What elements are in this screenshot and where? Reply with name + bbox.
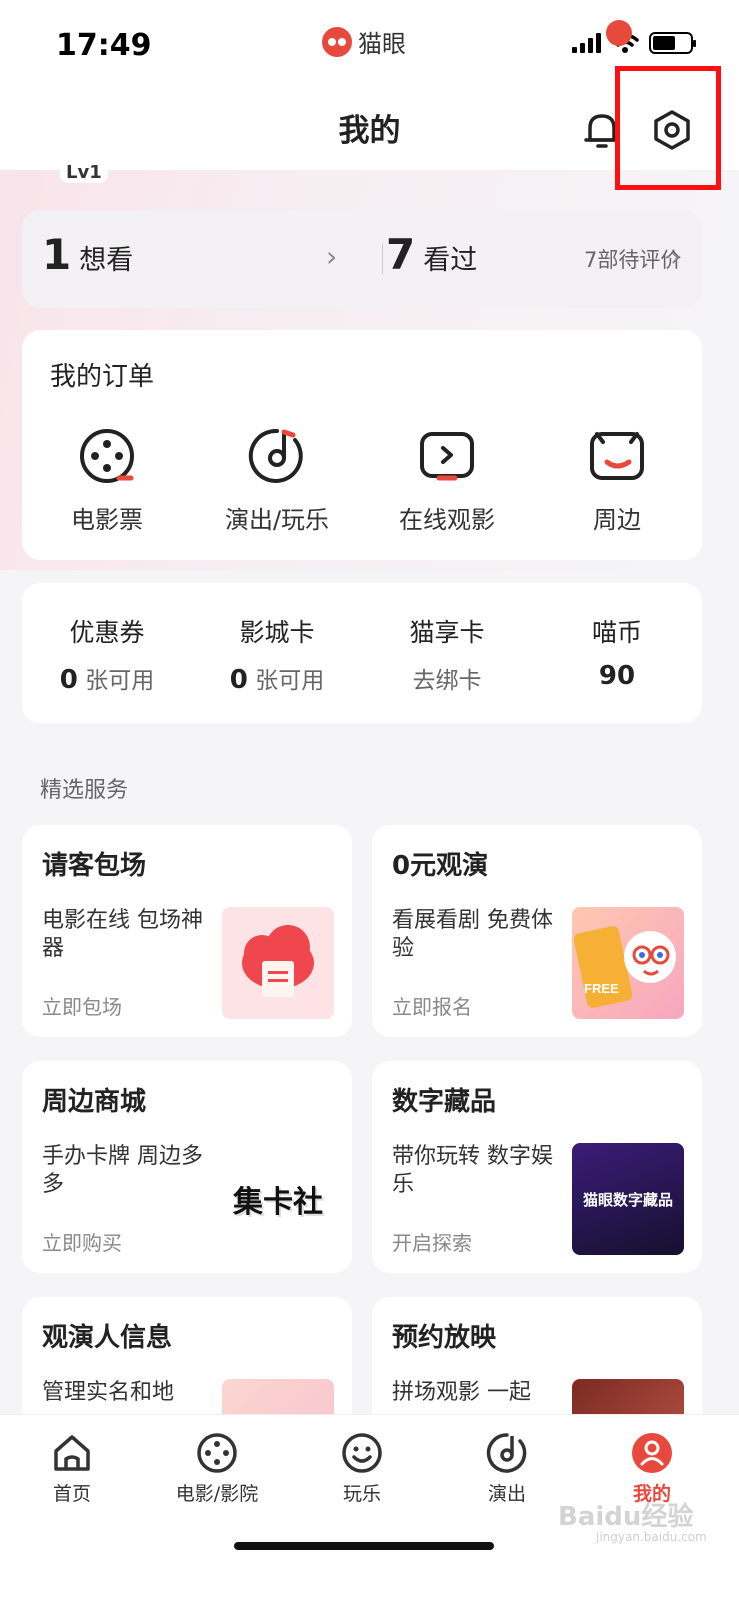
service-title: 0元观演	[392, 851, 489, 881]
coupon-item[interactable]: 优惠券 0 张可用	[22, 613, 192, 695]
chevron-right-icon: ›	[670, 240, 682, 273]
tab-shows[interactable]: 演出	[447, 1431, 567, 1506]
tab-label: 首页	[52, 1483, 91, 1505]
meow-coin-item[interactable]: 喵币 90	[532, 613, 702, 691]
battery-icon	[649, 32, 696, 54]
want-to-watch-button[interactable]: 1 想看	[42, 230, 133, 279]
order-shows[interactable]: 演出/玩乐	[192, 426, 362, 535]
cinema-card-item[interactable]: 影城卡 0 张可用	[192, 613, 362, 695]
service-card-digital-collectibles[interactable]: 数字藏品 带你玩转 数字娱乐 开启探索 猫眼数字藏品	[372, 1061, 702, 1273]
orders-title: 我的订单	[50, 362, 155, 392]
order-online-movie[interactable]: 在线观影	[362, 426, 532, 535]
asset-unit: 去绑卡	[412, 668, 482, 694]
service-desc: 管理实名和地	[42, 1380, 175, 1405]
user-level-badge: Lv1	[60, 162, 108, 183]
free-badge-text: FREE	[584, 981, 619, 996]
service-cta: 开启探索	[392, 1231, 472, 1255]
service-title: 周边商城	[42, 1087, 147, 1117]
order-label: 周边	[593, 506, 641, 534]
asset-unit: 张可用	[255, 668, 325, 694]
card-club-logo-text: 集卡社	[233, 1185, 323, 1220]
pending-review-link[interactable]: 7部待评价	[584, 244, 681, 274]
asset-title: 猫享卡	[409, 618, 485, 647]
chevron-right-icon: ›	[326, 240, 338, 273]
service-card-private-screening[interactable]: 请客包场 电影在线 包场神器 立即包场	[22, 825, 352, 1037]
notification-dot	[606, 20, 632, 46]
service-title: 请客包场	[42, 851, 147, 881]
film-reel-icon	[80, 429, 134, 483]
want-count: 1	[42, 230, 72, 279]
order-label: 在线观影	[399, 506, 495, 534]
film-reel-icon	[197, 1433, 237, 1473]
tab-mine[interactable]: 我的	[592, 1431, 712, 1506]
want-label: 想看	[79, 245, 134, 276]
watch-summary-card: 1 想看 › 7 看过 7部待评价 ›	[22, 210, 702, 308]
asset-value: 90	[598, 661, 636, 691]
tab-label: 电影/影院	[175, 1483, 259, 1505]
play-screen-icon	[420, 432, 474, 481]
home-icon	[54, 1435, 90, 1471]
status-time: 17:49	[56, 28, 152, 63]
tab-play[interactable]: 玩乐	[302, 1431, 422, 1506]
asset-unit: 张可用	[85, 668, 155, 694]
order-merch[interactable]: 周边	[532, 426, 702, 535]
tab-label: 演出	[487, 1483, 526, 1505]
asset-value: 0	[229, 665, 248, 695]
music-disc-icon	[248, 428, 303, 483]
assets-card: 优惠券 0 张可用 影城卡 0 张可用 猫享卡 去绑卡 喵币 90	[22, 583, 702, 723]
service-desc: 电影在线 包场神器	[42, 908, 203, 961]
service-cta: 立即购买	[42, 1231, 122, 1255]
service-desc: 拼场观影 一起	[392, 1380, 531, 1405]
app-badge: 猫眼	[322, 24, 406, 59]
service-title: 数字藏品	[392, 1087, 497, 1117]
services-heading: 精选服务	[40, 778, 129, 803]
service-title: 观演人信息	[42, 1323, 173, 1353]
service-desc: 看展看剧 免费体验	[392, 908, 553, 961]
order-label: 电影票	[71, 506, 143, 534]
card-club-logo: 集卡社	[222, 1143, 334, 1255]
order-label: 演出/玩乐	[224, 506, 330, 534]
watched-button[interactable]: 7 看过	[386, 230, 477, 279]
service-title: 预约放映	[392, 1323, 497, 1353]
watermark-url: jingyan.baidu.com	[596, 1530, 707, 1544]
home-indicator	[234, 1542, 494, 1550]
user-icon	[632, 1433, 672, 1473]
digital-collectibles-logo: 猫眼数字藏品	[582, 1190, 673, 1209]
music-disc-icon	[486, 1433, 527, 1473]
settings-highlight-box	[615, 66, 721, 190]
smile-icon	[342, 1433, 382, 1473]
watched-count: 7	[386, 230, 416, 279]
maoxiang-card-item[interactable]: 猫享卡 去绑卡	[362, 613, 532, 695]
asset-value: 0	[59, 665, 78, 695]
ticket-cloud-image	[222, 907, 334, 1019]
divider	[382, 244, 383, 274]
tab-movies[interactable]: 电影/影院	[157, 1431, 277, 1506]
my-orders-card: 我的订单 电影票 演出/玩乐 在线观影 周边	[22, 330, 702, 560]
tab-home[interactable]: 首页	[12, 1431, 132, 1506]
service-desc: 带你玩转 数字娱乐	[392, 1144, 553, 1197]
asset-title: 喵币	[591, 618, 642, 647]
maoyan-logo-icon	[322, 26, 352, 57]
service-card-free-show[interactable]: 0元观演 看展看剧 免费体验 立即报名 FREE	[372, 825, 702, 1037]
watched-label: 看过	[423, 245, 478, 276]
free-ticket-cat-image: FREE	[572, 907, 684, 1019]
service-cta: 立即包场	[42, 995, 122, 1019]
service-desc: 手办卡牌 周边多多	[42, 1144, 203, 1197]
app-name: 猫眼	[358, 30, 406, 58]
order-movie-ticket[interactable]: 电影票	[22, 426, 192, 535]
signal-icon	[572, 33, 601, 53]
bag-icon	[590, 432, 644, 480]
status-icons	[572, 32, 696, 54]
digital-collectibles-image: 猫眼数字藏品	[572, 1143, 684, 1255]
tab-label: 玩乐	[342, 1483, 381, 1505]
asset-title: 影城卡	[239, 618, 315, 647]
service-cta: 立即报名	[392, 995, 472, 1019]
service-card-merch-mall[interactable]: 周边商城 手办卡牌 周边多多 立即购买 集卡社	[22, 1061, 352, 1273]
asset-title: 优惠券	[69, 618, 145, 647]
watermark: Baidu经验	[558, 1502, 694, 1532]
